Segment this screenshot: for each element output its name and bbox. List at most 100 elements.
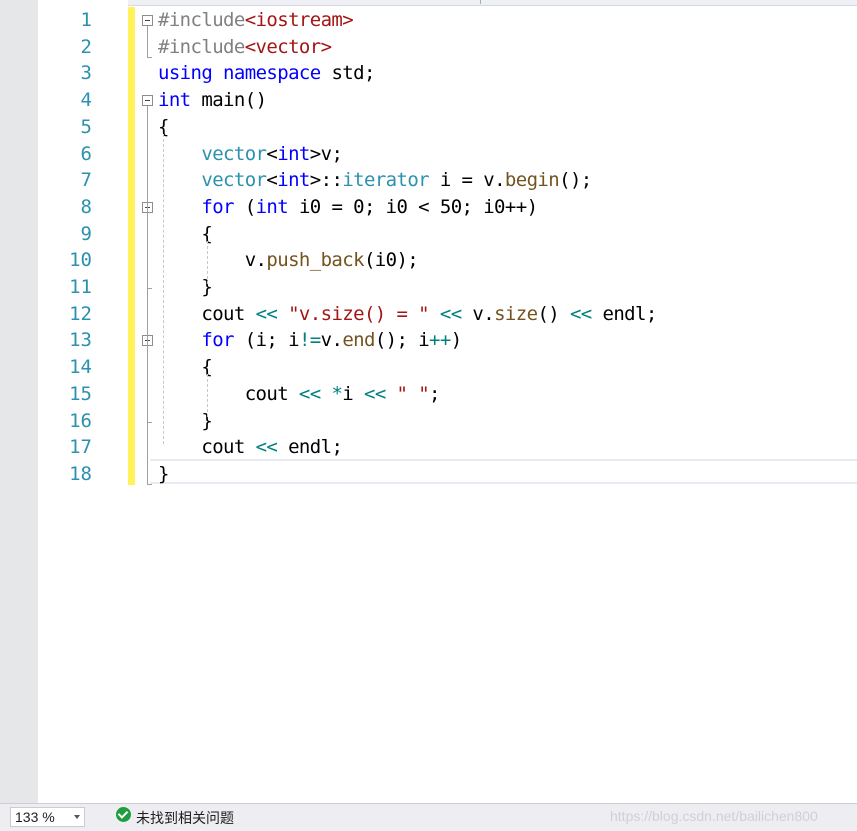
code-token: <	[266, 169, 278, 192]
line-number: 10	[69, 249, 92, 272]
code-token: *	[331, 382, 343, 405]
indent-guide	[207, 374, 208, 418]
code-token: ();	[559, 169, 592, 192]
line-number: 5	[80, 115, 92, 138]
code-token: endl;	[591, 302, 657, 325]
outline-connector	[147, 106, 148, 484]
code-line[interactable]: for (i; i!=v.end(); i++)	[158, 327, 462, 354]
line-number: 2	[80, 35, 92, 58]
minus-box-icon[interactable]	[142, 95, 153, 107]
code-token: ()	[537, 302, 570, 325]
code-token: cout	[158, 436, 256, 459]
code-token: {	[158, 356, 213, 379]
code-token: (	[233, 195, 256, 218]
code-line[interactable]: #include<vector>	[158, 34, 332, 61]
code-editor[interactable]: #include<iostream> #include<vector> using …	[158, 0, 857, 803]
code-token: <<	[298, 382, 321, 405]
line-number: 9	[80, 222, 92, 245]
code-line[interactable]: cout << *i << " ";	[158, 381, 441, 408]
code-line[interactable]: cout << "v.size() = " << v.size() << end…	[158, 301, 657, 328]
code-line[interactable]: v.push_back(i0);	[158, 247, 419, 274]
code-token: i0 = 0; i0 < 50; i0++)	[288, 195, 538, 218]
code-token: }	[158, 462, 169, 485]
code-token: >::	[309, 169, 343, 192]
outline-end	[147, 483, 152, 485]
code-token: end	[342, 329, 375, 352]
code-token: using	[158, 62, 213, 85]
outline-end	[147, 421, 152, 423]
code-token: int	[255, 195, 289, 218]
code-token: vector	[201, 142, 267, 165]
line-number: 14	[69, 356, 92, 379]
code-line[interactable]: {	[158, 221, 212, 248]
outlining-margin	[140, 0, 158, 803]
line-number: 11	[69, 276, 92, 298]
code-token: (); i	[374, 329, 430, 352]
line-number: 16	[69, 409, 92, 432]
code-token: size	[494, 302, 538, 325]
code-line[interactable]: for (int i0 = 0; i0 < 50; i0++)	[158, 194, 538, 221]
code-token: for	[201, 195, 234, 218]
code-token: int	[158, 89, 191, 112]
status-bar: 133 % 未找到相关问题 https://blog.csdn.net/bail…	[0, 803, 857, 831]
line-number: 18	[69, 462, 92, 485]
code-line[interactable]: using namespace std;	[158, 60, 375, 87]
code-token: #include	[158, 35, 245, 58]
indent-guide	[163, 133, 164, 445]
code-token: !=	[298, 329, 321, 352]
code-token: {	[158, 222, 213, 245]
code-token: iterator	[342, 169, 430, 192]
code-line[interactable]: }	[158, 408, 212, 435]
line-number: 17	[69, 436, 92, 459]
code-token: ;	[429, 382, 440, 405]
line-number-margin[interactable]: 1 2 3 4 5 6 7 8 9 10 11 12 13 14 15 16 17 18	[38, 0, 128, 803]
line-number: 3	[80, 62, 92, 85]
line-number: 1	[80, 9, 92, 31]
code-token: }	[158, 276, 213, 298]
code-token: <vector>	[244, 35, 332, 58]
code-token: int	[277, 169, 310, 192]
code-token: for	[201, 329, 234, 352]
code-line[interactable]: vector<int>::iterator i = v.begin();	[158, 167, 592, 194]
line-number: 8	[80, 195, 92, 218]
check-circle-icon	[116, 807, 131, 822]
code-line[interactable]: cout << endl;	[158, 434, 343, 461]
line-number: 4	[80, 89, 92, 112]
code-token: #include	[158, 9, 245, 31]
line-number: 12	[69, 302, 92, 325]
issues-status-text[interactable]: 未找到相关问题	[136, 808, 234, 828]
code-token: <<	[363, 382, 386, 405]
code-line[interactable]: vector<int>v;	[158, 141, 343, 168]
code-token: endl;	[277, 436, 343, 459]
zoom-dropdown[interactable]: 133 %	[10, 807, 85, 827]
code-token: <<	[255, 436, 278, 459]
code-token: " "	[396, 382, 430, 405]
line-number: 15	[69, 382, 92, 405]
code-line[interactable]: #include<iostream>	[158, 7, 354, 34]
code-line[interactable]: }	[158, 274, 212, 301]
code-line[interactable]: int main()	[158, 87, 267, 114]
code-token: v.	[158, 249, 267, 272]
zoom-value: 133 %	[15, 809, 55, 825]
code-token: <<	[255, 302, 278, 325]
code-token: vector	[201, 169, 267, 192]
code-token: push_back	[266, 249, 364, 272]
code-line[interactable]: {	[158, 354, 212, 381]
code-token: }	[158, 409, 213, 432]
line-number: 7	[80, 169, 92, 192]
code-token: (i0);	[363, 249, 419, 272]
watermark-text: https://blog.csdn.net/bailichen800	[610, 808, 818, 824]
minus-box-icon[interactable]	[142, 15, 153, 26]
code-line[interactable]: }	[158, 461, 169, 488]
code-token: >v;	[309, 142, 343, 165]
code-token: i	[342, 382, 364, 405]
chevron-down-icon	[74, 815, 80, 819]
